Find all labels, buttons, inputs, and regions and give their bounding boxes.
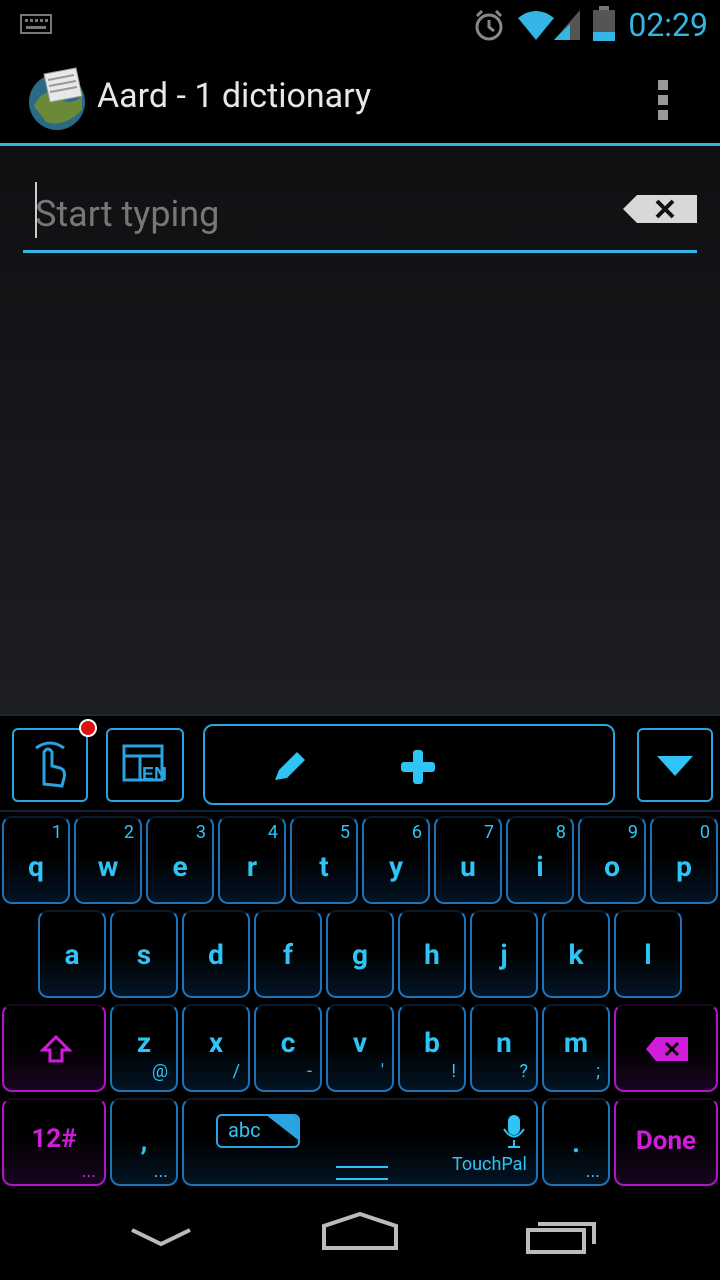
key-u[interactable]: 7u (434, 816, 502, 904)
key-t[interactable]: 5t (290, 816, 358, 904)
period-key[interactable]: . ... (542, 1098, 610, 1186)
hide-keyboard-button[interactable] (637, 728, 713, 802)
signal-icon (554, 10, 580, 40)
gesture-button[interactable] (12, 728, 88, 802)
recent-apps-icon[interactable] (526, 1216, 598, 1254)
action-bar: Aard - 1 dictionary (0, 50, 720, 146)
toolbar-center-panel (203, 724, 615, 805)
app-logo-icon[interactable] (24, 66, 90, 132)
svg-text:EN: EN (142, 764, 167, 784)
key-z[interactable]: z @ (110, 1004, 178, 1092)
key-k[interactable]: k (542, 910, 610, 998)
key-n[interactable]: n? (470, 1004, 538, 1092)
status-bar: 02:29 (0, 0, 720, 50)
key-o[interactable]: 9o (578, 816, 646, 904)
abc-language-badge[interactable]: abc (216, 1114, 300, 1148)
alarm-icon (475, 9, 503, 41)
overflow-menu-icon[interactable] (656, 80, 670, 120)
key-v[interactable]: v ' (326, 1004, 394, 1092)
content-area (0, 146, 720, 714)
key-p[interactable]: 0p (650, 816, 718, 904)
microphone-icon[interactable] (502, 1114, 526, 1148)
shift-icon (40, 1034, 72, 1063)
toolbar-divider (0, 810, 720, 812)
key-x[interactable]: x / (182, 1004, 250, 1092)
soft-keyboard: EN 1q 2w 3e 4r 5t 6y 7u 8i 9o 0p a s d f… (0, 714, 720, 1188)
key-h[interactable]: h (398, 910, 466, 998)
shift-key[interactable] (2, 1004, 106, 1092)
key-e[interactable]: 3e (146, 816, 214, 904)
key-s[interactable]: s (110, 910, 178, 998)
key-w[interactable]: 2w (74, 816, 142, 904)
key-g[interactable]: g (326, 910, 394, 998)
hand-gesture-icon (35, 741, 66, 788)
wifi-icon (518, 11, 554, 40)
backspace-key[interactable] (614, 1004, 718, 1092)
navigation-bar (0, 1186, 720, 1280)
back-down-icon[interactable] (130, 1226, 192, 1248)
layout-language-button[interactable]: EN (106, 728, 184, 802)
clear-text-icon[interactable] (623, 194, 697, 224)
battery-icon (593, 6, 615, 41)
key-r[interactable]: 4r (218, 816, 286, 904)
search-box[interactable] (23, 174, 697, 253)
touchpal-label: TouchPal (452, 1154, 527, 1175)
backspace-icon (646, 1037, 688, 1061)
key-b[interactable]: b! (398, 1004, 466, 1092)
done-key[interactable]: Done (614, 1098, 718, 1186)
key-m[interactable]: m; (542, 1004, 610, 1092)
symbols-key[interactable]: 12# ... (2, 1098, 106, 1186)
key-q[interactable]: 1q (2, 816, 70, 904)
key-f[interactable]: f (254, 910, 322, 998)
plus-icon[interactable] (399, 748, 437, 786)
comma-key[interactable]: , ... (110, 1098, 178, 1186)
clock: 02:29 (628, 6, 708, 44)
home-icon[interactable] (322, 1212, 398, 1252)
space-key[interactable]: abc TouchPal (182, 1098, 538, 1186)
key-y[interactable]: 6y (362, 816, 430, 904)
keyboard-layout-icon: EN (122, 744, 167, 784)
chevron-down-icon (657, 756, 693, 776)
key-i[interactable]: 8i (506, 816, 574, 904)
key-j[interactable]: j (470, 910, 538, 998)
text-cursor (35, 182, 37, 238)
key-d[interactable]: d (182, 910, 250, 998)
notification-dot (79, 719, 97, 737)
search-input[interactable] (35, 192, 595, 236)
space-bar-lines (336, 1166, 388, 1180)
keyboard-notification-icon (20, 14, 52, 34)
app-title: Aard - 1 dictionary (97, 76, 372, 116)
pencil-icon[interactable] (271, 748, 307, 784)
key-l[interactable]: l (614, 910, 682, 998)
key-c[interactable]: c- (254, 1004, 322, 1092)
key-a[interactable]: a (38, 910, 106, 998)
